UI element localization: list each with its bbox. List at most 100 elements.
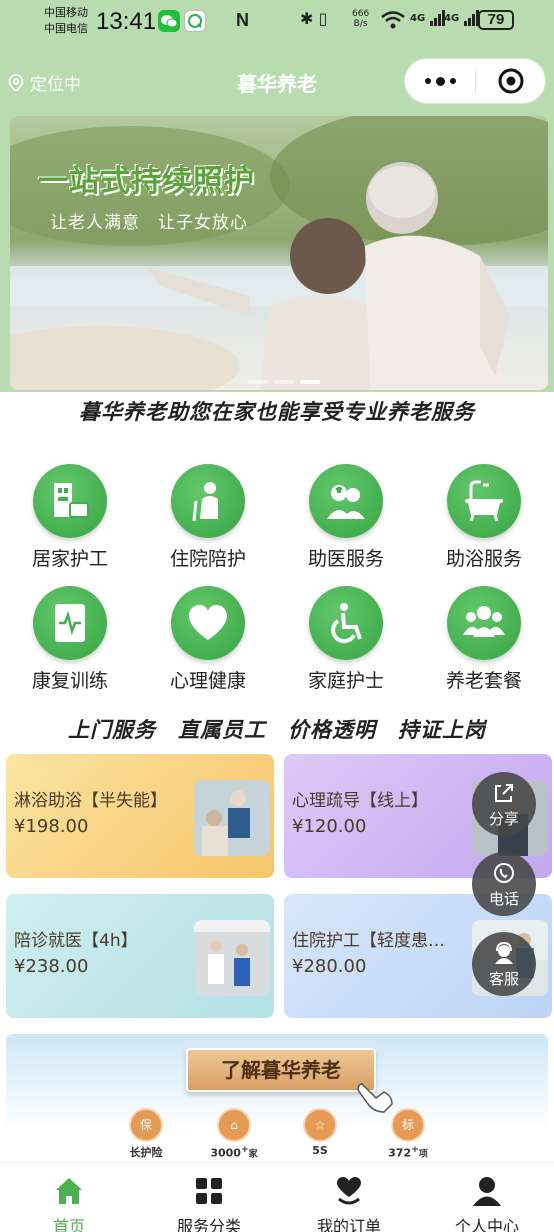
service-label: 心理健康 xyxy=(169,670,246,692)
status-time: 13:41 xyxy=(96,8,157,35)
tab-categories[interactable]: 服务分类 xyxy=(140,1163,278,1232)
service-label: 助医服务 xyxy=(307,548,384,570)
more-menu-button[interactable] xyxy=(405,59,475,103)
badge-value: 372 xyxy=(388,1146,412,1160)
product-card[interactable]: 淋浴助浴【半失能】 ¥198.00 xyxy=(6,754,274,878)
user-icon xyxy=(473,1177,501,1206)
status-bar: 中国移动 中国电信 13:41 N ✱ ▯ 666 B/s 4G 4G 79 xyxy=(0,0,554,48)
product-name: 住院护工【轻度患… xyxy=(292,931,445,951)
product-price: ¥120.00 xyxy=(292,816,367,837)
service-rehab[interactable]: 康复训练 xyxy=(0,584,138,702)
tab-profile[interactable]: 个人中心 xyxy=(418,1163,554,1232)
tab-label: 个人中心 xyxy=(454,1217,519,1232)
signal-icon-2: 4G xyxy=(444,10,479,26)
more-dot-icon xyxy=(424,78,431,84)
badge-label: 372+项 xyxy=(368,1144,448,1160)
customer-service-icon xyxy=(495,942,513,964)
more-dot-icon xyxy=(435,76,445,86)
carrier-info: 中国移动 中国电信 xyxy=(44,5,88,37)
product-name: 陪诊就医【4h】 xyxy=(14,931,138,951)
product-name: 淋浴助浴【半失能】 xyxy=(14,791,167,811)
elderly-escort-icon xyxy=(171,464,245,538)
home-icon xyxy=(56,1178,82,1204)
signal-icon-1: 4G xyxy=(410,10,445,26)
tab-label: 服务分类 xyxy=(176,1217,241,1232)
customer-service-label: 客服 xyxy=(488,970,519,988)
wechat-notification-icon xyxy=(158,10,180,32)
share-label: 分享 xyxy=(488,810,519,828)
nfc-icon: N xyxy=(236,10,249,30)
phone-label: 电话 xyxy=(488,890,519,908)
group-icon xyxy=(447,586,521,660)
promo-badge-stores: ⌂ 3000+家 xyxy=(194,1108,274,1160)
service-bathing[interactable]: 助浴服务 xyxy=(414,462,552,580)
badge-label: 3000+家 xyxy=(194,1144,274,1160)
carrier-1: 中国移动 xyxy=(44,6,88,19)
signal-1-label: 4G xyxy=(410,13,426,24)
service-home-care[interactable]: 居家护工 xyxy=(0,462,138,580)
heartbeat-icon xyxy=(33,586,107,660)
house-icon: ⌂ xyxy=(217,1108,251,1142)
more-dot-icon xyxy=(449,78,456,84)
battery-indicator: 79 xyxy=(478,10,514,30)
product-thumbnail xyxy=(194,780,270,856)
tab-label: 首页 xyxy=(52,1217,85,1232)
carousel-indicator xyxy=(248,380,320,384)
carrier-2: 中国电信 xyxy=(44,22,88,35)
medical-staff-icon xyxy=(309,464,383,538)
service-label: 居家护工 xyxy=(31,548,108,570)
tab-label: 我的订单 xyxy=(316,1217,381,1232)
close-miniprogram-button[interactable] xyxy=(477,59,545,103)
product-thumbnail xyxy=(194,920,270,996)
nav-bar: 定位中 暮华养老 xyxy=(0,48,554,114)
service-hospital-escort[interactable]: 住院陪护 xyxy=(138,462,276,580)
banner-carousel[interactable]: 一站式持续照护 让老人满意 让子女放心 xyxy=(10,116,548,390)
tab-home[interactable]: 首页 xyxy=(0,1163,138,1232)
phone-button[interactable]: 电话 xyxy=(472,852,536,916)
promo-badge-standards: 标 372+项 xyxy=(368,1108,448,1160)
target-close-icon xyxy=(498,68,524,94)
wifi-icon xyxy=(380,10,406,34)
intro-slogan: 暮华养老助您在家也能享受专业养老服务 xyxy=(79,399,475,424)
carousel-dot xyxy=(248,380,268,384)
service-label: 康复训练 xyxy=(31,670,108,692)
learn-more-button[interactable]: 了解暮华养老 xyxy=(186,1048,376,1092)
badge-value: 3000 xyxy=(210,1146,241,1160)
share-button[interactable]: 分享 xyxy=(472,772,536,836)
tab-orders[interactable]: 我的订单 xyxy=(280,1163,418,1232)
shield-icon: 保 xyxy=(129,1108,163,1142)
service-medical-assist[interactable]: 助医服务 xyxy=(276,462,414,580)
carousel-dot xyxy=(274,380,294,384)
product-card[interactable]: 陪诊就医【4h】 ¥238.00 xyxy=(6,894,274,1018)
product-name: 心理疏导【线上】 xyxy=(292,791,428,811)
service-home-nurse[interactable]: 家庭护士 xyxy=(276,584,414,702)
badge-sup: + xyxy=(411,1144,419,1155)
category-icon xyxy=(196,1178,222,1204)
product-price: ¥280.00 xyxy=(292,956,367,977)
capsule-divider xyxy=(475,71,476,93)
service-label: 住院陪护 xyxy=(169,548,246,570)
order-heart-icon xyxy=(337,1177,361,1205)
promo-badge-insurance: 保 长护险 xyxy=(106,1108,186,1160)
phone-icon xyxy=(494,863,514,883)
service-mental-health[interactable]: 心理健康 xyxy=(138,584,276,702)
badge-suffix: 家 xyxy=(248,1149,258,1160)
feature-slogan: 上门服务 直属员工 价格透明 持证上岗 xyxy=(68,717,486,742)
heart-icon xyxy=(171,586,245,660)
badge-label: 5S xyxy=(312,1144,328,1157)
product-price: ¥238.00 xyxy=(14,956,89,977)
service-care-package[interactable]: 养老套餐 xyxy=(414,584,552,702)
service-label: 助浴服务 xyxy=(445,548,522,570)
service-label: 家庭护士 xyxy=(307,670,384,692)
promo-badge-5s: ☆ 5S xyxy=(280,1108,360,1157)
bathtub-icon xyxy=(447,464,521,538)
standard-icon: 标 xyxy=(391,1108,425,1142)
net-speed-unit: B/s xyxy=(353,19,368,29)
bluetooth-vibrate-icons: ✱ ▯ xyxy=(300,9,328,28)
customer-service-button[interactable]: 客服 xyxy=(472,932,536,996)
banner-area: 一站式持续照护 让老人满意 让子女放心 xyxy=(0,114,554,392)
carousel-dot-active xyxy=(300,380,320,384)
badge-suffix: 项 xyxy=(418,1149,428,1160)
wheelchair-icon xyxy=(309,586,383,660)
service-label: 养老套餐 xyxy=(445,670,522,692)
